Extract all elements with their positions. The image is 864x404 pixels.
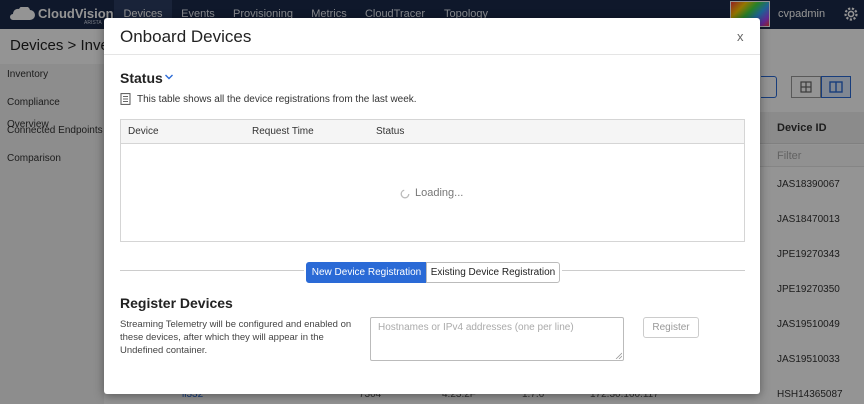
column-device[interactable]: Device xyxy=(128,126,159,137)
column-status[interactable]: Status xyxy=(376,126,404,137)
resize-grip-icon[interactable] xyxy=(615,352,622,359)
document-icon xyxy=(120,93,131,105)
loading-text: Loading... xyxy=(415,187,464,199)
register-button[interactable]: Register xyxy=(643,317,699,338)
registration-status-table: Device Request Time Status Loading... xyxy=(120,119,745,242)
spinner-icon xyxy=(400,189,410,199)
register-description: Streaming Telemetry will be configured a… xyxy=(120,319,352,356)
chevron-down-icon[interactable] xyxy=(164,72,174,82)
tab-new-device-registration[interactable]: New Device Registration xyxy=(306,262,427,283)
close-icon[interactable]: x xyxy=(737,29,744,44)
column-request-time[interactable]: Request Time xyxy=(252,126,314,137)
hostnames-input[interactable] xyxy=(370,317,624,361)
register-devices-heading: Register Devices xyxy=(120,295,233,311)
onboard-devices-modal: Onboard Devices x Status This table show… xyxy=(104,18,760,394)
divider-left xyxy=(120,270,304,271)
tab-existing-device-registration[interactable]: Existing Device Registration xyxy=(426,262,560,283)
divider-right xyxy=(562,270,745,271)
modal-title: Onboard Devices xyxy=(120,27,252,46)
status-info-text: This table shows all the device registra… xyxy=(137,94,417,105)
table-header: Device Request Time Status xyxy=(121,120,744,144)
modal-header: Onboard Devices x xyxy=(104,18,760,55)
status-heading[interactable]: Status xyxy=(120,70,163,86)
